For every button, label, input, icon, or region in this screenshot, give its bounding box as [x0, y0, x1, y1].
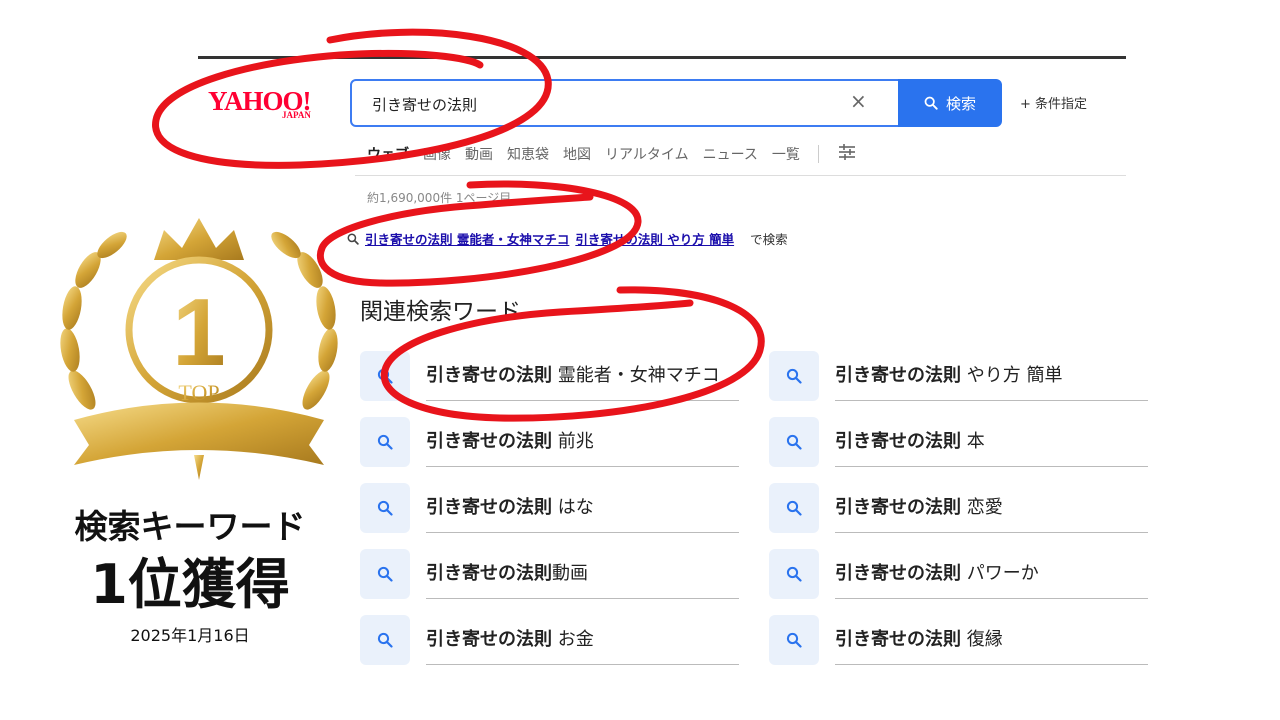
related-item-suffix: パワーか: [961, 563, 1039, 584]
related-item-keyword: 引き寄せの法則: [835, 431, 961, 452]
tab-chiebukuro[interactable]: 知恵袋: [507, 144, 549, 164]
related-item-divider: [835, 400, 1148, 401]
award-ribbon-tip: [194, 455, 204, 480]
related-item-divider: [835, 598, 1148, 599]
related-item[interactable]: 引き寄せの法則動画: [360, 541, 739, 607]
search-bar: × 検索: [350, 79, 1002, 127]
related-item-keyword: 引き寄せの法則: [835, 629, 961, 650]
related-item-keyword: 引き寄せの法則: [426, 431, 552, 452]
search-icon: [377, 500, 393, 516]
tab-videos[interactable]: 動画: [465, 144, 493, 164]
advanced-search-link[interactable]: + 条件指定: [1020, 93, 1087, 112]
suggest-link-2[interactable]: 引き寄せの法則 やり方 簡単: [575, 229, 734, 248]
related-item-suffix: 動画: [552, 563, 588, 584]
related-item-suffix: 前兆: [552, 431, 594, 452]
related-search-button[interactable]: [769, 615, 819, 665]
search-icon: [786, 566, 802, 582]
suggest-row: 引き寄せの法則 霊能者・女神マチコ 引き寄せの法則 やり方 簡単 で検索: [347, 229, 788, 248]
related-item-suffix: やり方 簡単: [961, 365, 1063, 386]
logo-sub-text: JAPAN: [282, 110, 311, 120]
filter-icon[interactable]: [837, 143, 857, 165]
clear-icon[interactable]: ×: [850, 89, 867, 113]
related-item-suffix: 恋愛: [961, 497, 1003, 518]
related-search-button[interactable]: [769, 417, 819, 467]
search-icon: [377, 566, 393, 582]
related-item-divider: [426, 598, 739, 599]
related-item-divider: [835, 664, 1148, 665]
tab-realtime[interactable]: リアルタイム: [605, 144, 689, 164]
related-item-divider: [835, 466, 1148, 467]
related-search-button[interactable]: [360, 351, 410, 401]
tab-separator: [817, 145, 819, 163]
suggest-link-1[interactable]: 引き寄せの法則 霊能者・女神マチコ: [365, 229, 569, 248]
related-item[interactable]: 引き寄せの法則 復縁: [769, 607, 1148, 673]
award-rank: 1位獲得: [90, 553, 290, 616]
related-item[interactable]: 引き寄せの法則 パワーか: [769, 541, 1148, 607]
search-input[interactable]: [370, 91, 834, 117]
related-item-suffix: 復縁: [961, 629, 1003, 650]
search-icon: [786, 434, 802, 450]
related-item-keyword: 引き寄せの法則: [835, 563, 961, 584]
award-badge: 1 TOP: [60, 218, 338, 480]
related-item[interactable]: 引き寄せの法則 恋愛: [769, 475, 1148, 541]
related-item[interactable]: 引き寄せの法則 やり方 簡単: [769, 343, 1148, 409]
related-item-keyword: 引き寄せの法則: [426, 365, 552, 386]
award-number: 1: [172, 279, 225, 386]
tab-map[interactable]: 地図: [563, 144, 591, 164]
related-item-divider: [426, 664, 739, 665]
related-search-button[interactable]: [769, 549, 819, 599]
related-title: 関連検索ワード: [360, 299, 521, 325]
crown-icon: [154, 218, 244, 260]
yahoo-logo[interactable]: YAHOO! JAPAN: [208, 86, 332, 122]
related-item-keyword: 引き寄せの法則: [426, 563, 552, 584]
search-icon: [924, 96, 938, 110]
related-search-button[interactable]: [769, 483, 819, 533]
related-item-keyword: 引き寄せの法則: [426, 497, 552, 518]
related-search-button[interactable]: [360, 549, 410, 599]
search-button[interactable]: 検索: [898, 79, 1002, 127]
tab-web[interactable]: ウェブ: [367, 144, 409, 164]
search-button-label: 検索: [945, 94, 976, 113]
top-divider: [198, 56, 1126, 59]
search-icon: [347, 233, 359, 245]
search-icon: [377, 368, 393, 384]
related-search-button[interactable]: [360, 483, 410, 533]
related-item-divider: [426, 466, 739, 467]
related-item-keyword: 引き寄せの法則: [426, 629, 552, 650]
related-item[interactable]: 引き寄せの法則 前兆: [360, 409, 739, 475]
related-item-divider: [835, 532, 1148, 533]
tab-news[interactable]: ニュース: [703, 144, 758, 164]
related-item-suffix: 霊能者・女神マチコ: [552, 365, 720, 386]
search-icon: [377, 434, 393, 450]
related-item-suffix: 本: [961, 431, 985, 452]
related-item-suffix: お金: [552, 629, 594, 650]
related-item[interactable]: 引き寄せの法則 はな: [360, 475, 739, 541]
tab-images[interactable]: 画像: [423, 144, 451, 164]
related-item-keyword: 引き寄せの法則: [835, 497, 961, 518]
search-icon: [786, 632, 802, 648]
result-count: 約1,690,000件 1ページ目: [367, 191, 512, 205]
tabs-divider: [355, 175, 1126, 176]
search-tabs: ウェブ 画像 動画 知恵袋 地図 リアルタイム ニュース 一覧: [367, 142, 857, 166]
award-label: TOP: [178, 380, 219, 405]
related-item[interactable]: 引き寄せの法則 本: [769, 409, 1148, 475]
award-title: 検索キーワード: [74, 507, 306, 546]
related-search-button[interactable]: [360, 615, 410, 665]
suggest-suffix: で検索: [750, 232, 788, 247]
related-search-button[interactable]: [360, 417, 410, 467]
related-item[interactable]: 引き寄せの法則 お金: [360, 607, 739, 673]
search-icon: [786, 500, 802, 516]
tab-list[interactable]: 一覧: [772, 144, 800, 164]
related-item-divider: [426, 532, 739, 533]
related-item-keyword: 引き寄せの法則: [835, 365, 961, 386]
search-icon: [786, 368, 802, 384]
related-item-suffix: はな: [552, 497, 594, 518]
search-icon: [377, 632, 393, 648]
related-item[interactable]: 引き寄せの法則 霊能者・女神マチコ: [360, 343, 739, 409]
related-item-divider: [426, 400, 739, 401]
related-search-button[interactable]: [769, 351, 819, 401]
award-date: 2025年1月16日: [130, 626, 250, 645]
